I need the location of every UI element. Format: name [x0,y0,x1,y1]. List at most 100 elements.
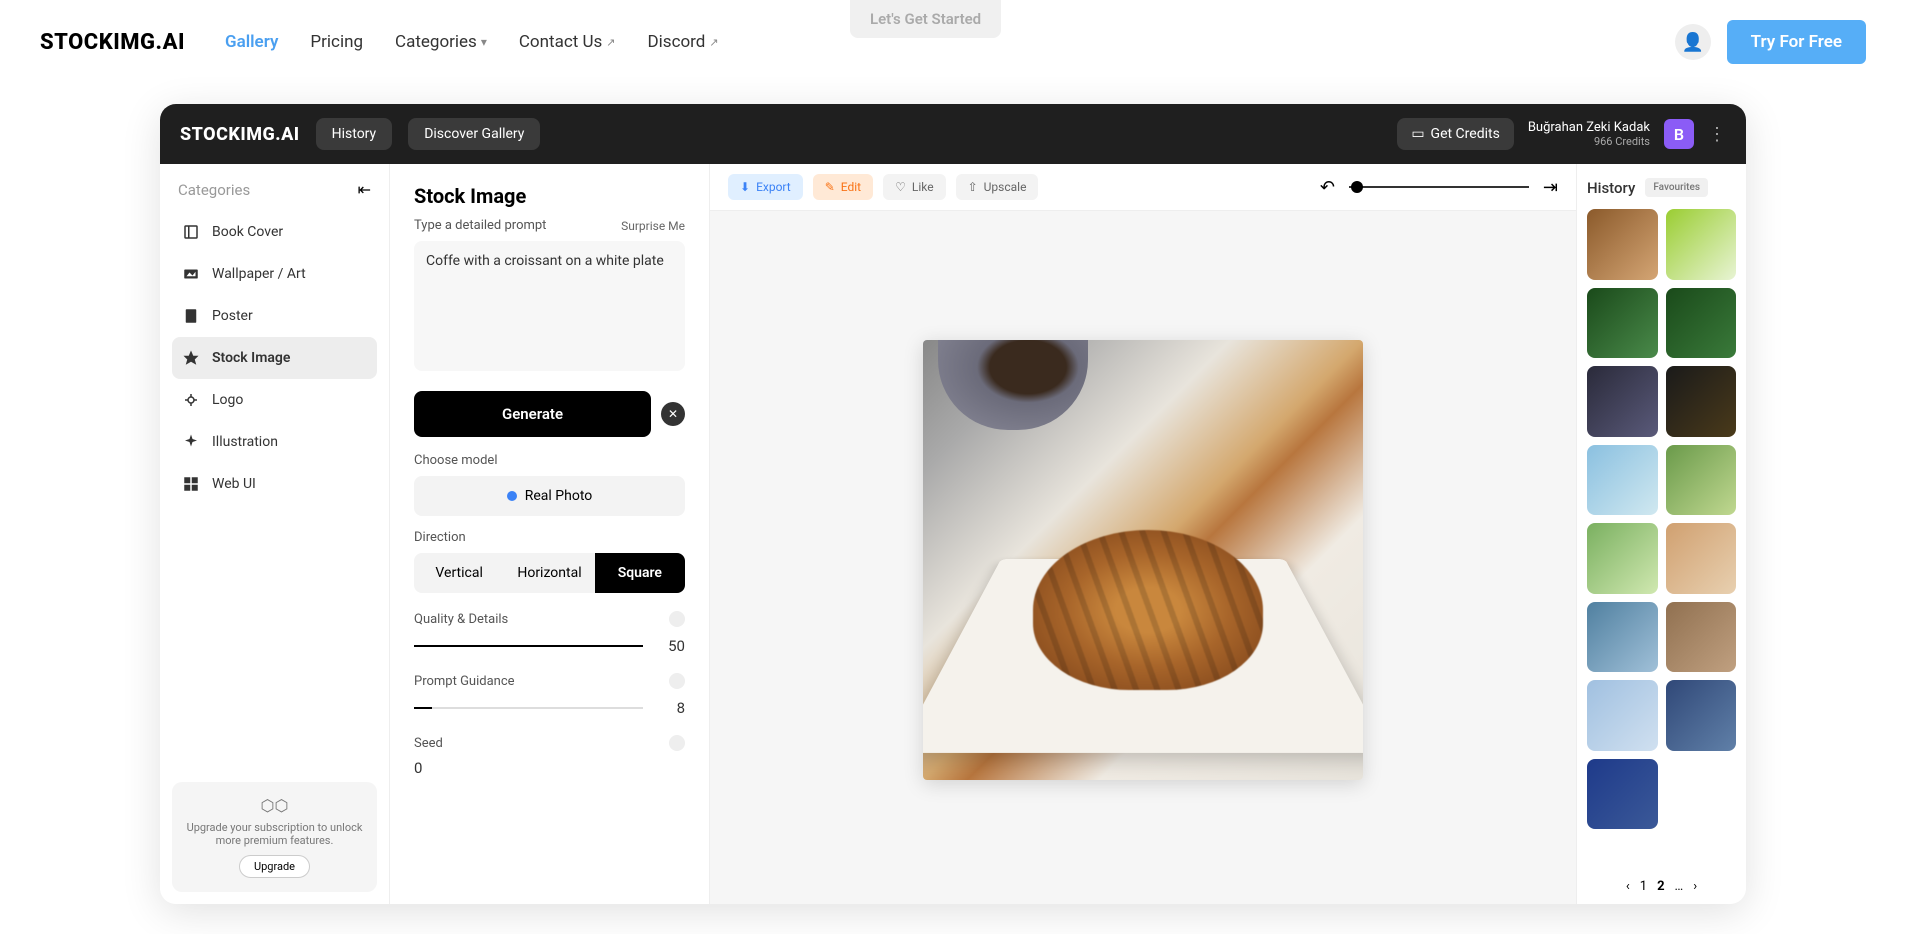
history-thumbnail[interactable] [1666,602,1737,673]
info-icon[interactable] [669,673,685,689]
clear-prompt-button[interactable]: ✕ [661,402,685,426]
history-thumbnail[interactable] [1587,759,1658,830]
history-thumbnail[interactable] [1587,209,1658,280]
surprise-me-button[interactable]: Surprise Me [621,219,685,233]
model-select[interactable]: Real Photo [414,476,685,516]
sparkle-icon [182,433,200,451]
sidebar-item-label: Illustration [212,434,278,450]
app-topbar: STOCKIMG.AI History Discover Gallery ▭ G… [160,104,1746,164]
sidebar-item-book-cover[interactable]: Book Cover [172,211,377,253]
sidebar-item-illustration[interactable]: Illustration [172,421,377,463]
page-2[interactable]: 2 [1657,879,1664,894]
app-logo: STOCKIMG.AI [180,124,300,145]
target-icon [182,391,200,409]
page-1[interactable]: 1 [1640,879,1647,894]
tab-history[interactable]: History [316,118,393,150]
canvas-content[interactable] [710,211,1576,904]
page-prev-icon[interactable]: ‹ [1626,879,1630,894]
upscale-button[interactable]: ⇧ Upscale [956,174,1039,200]
nav-gallery[interactable]: Gallery [225,32,278,52]
like-button[interactable]: ♡ Like [883,174,945,200]
history-thumbnail[interactable] [1666,366,1737,437]
nav-discord-label: Discord [648,32,706,52]
upgrade-text: Upgrade your subscription to unlock more… [182,821,367,847]
fit-width-icon[interactable]: ⇥ [1543,177,1558,198]
toolbar-right: ↶ ⇥ [1320,177,1558,198]
quality-section: Quality & Details 50 [414,611,685,655]
image-coffee-cup [938,340,1088,430]
info-icon[interactable] [669,611,685,627]
seed-value: 0 [414,759,685,777]
panel-title: Stock Image [414,184,685,208]
upscale-label: Upscale [984,180,1027,194]
kebab-menu-icon[interactable]: ⋮ [1708,124,1726,145]
history-thumbnail[interactable] [1666,288,1737,359]
sidebar-item-poster[interactable]: Poster [172,295,377,337]
guidance-value: 8 [657,699,685,717]
poster-icon [182,307,200,325]
sidebar-item-label: Stock Image [212,350,290,366]
guidance-section: Prompt Guidance 8 [414,673,685,717]
sidebar-item-wallpaper[interactable]: Wallpaper / Art [172,253,377,295]
sidebar-item-web-ui[interactable]: Web UI [172,463,377,505]
direction-vertical[interactable]: Vertical [414,553,504,593]
book-icon [182,223,200,241]
history-grid [1587,209,1736,829]
user-info: Buğrahan Zeki Kadak 966 Credits [1528,120,1650,148]
collapse-sidebar-icon[interactable]: ⇤ [358,180,371,199]
guidance-slider[interactable] [414,707,643,709]
undo-icon[interactable]: ↶ [1320,177,1335,198]
lets-get-started-banner[interactable]: Let's Get Started [850,0,1001,38]
tab-discover-gallery[interactable]: Discover Gallery [408,118,540,150]
history-panel: History Favourites ‹ [1576,164,1746,904]
generated-image[interactable] [923,340,1363,780]
nav-categories[interactable]: Categories ▾ [395,32,487,52]
nav-contact[interactable]: Contact Us ↗ [519,32,616,52]
sidebar-item-label: Wallpaper / Art [212,266,306,282]
history-thumbnail[interactable] [1587,445,1658,516]
user-name: Buğrahan Zeki Kadak [1528,120,1650,135]
canvas-toolbar: ⬇ Export ✎ Edit ♡ Like ⇧ Upscale ↶ [710,164,1576,211]
upgrade-button[interactable]: Upgrade [239,855,310,878]
edit-button[interactable]: ✎ Edit [813,174,873,200]
quality-slider[interactable] [414,645,643,647]
prompt-header: Type a detailed prompt Surprise Me [414,218,685,233]
history-thumbnail[interactable] [1666,445,1737,516]
nav-discord[interactable]: Discord ↗ [648,32,719,52]
zoom-knob[interactable] [1351,181,1363,193]
history-tab[interactable]: History [1587,179,1635,197]
sidebar-item-logo[interactable]: Logo [172,379,377,421]
generate-button[interactable]: Generate [414,391,651,437]
sidebar-item-label: Poster [212,308,253,324]
favourites-tab[interactable]: Favourites [1645,178,1708,197]
seed-section: Seed 0 [414,735,685,777]
history-thumbnail[interactable] [1587,680,1658,751]
nav-categories-label: Categories [395,32,477,52]
prompt-input[interactable] [414,241,685,371]
history-thumbnail[interactable] [1587,602,1658,673]
sidebar-item-stock-image[interactable]: Stock Image [172,337,377,379]
history-tabs: History Favourites [1587,178,1736,197]
history-thumbnail[interactable] [1587,366,1658,437]
info-icon[interactable] [669,735,685,751]
history-thumbnail[interactable] [1587,288,1658,359]
canvas-area: ⬇ Export ✎ Edit ♡ Like ⇧ Upscale ↶ [710,164,1576,904]
export-label: Export [756,180,791,194]
try-for-free-button[interactable]: Try For Free [1727,20,1866,64]
user-menu[interactable]: 👤 [1675,24,1711,60]
history-thumbnail[interactable] [1587,523,1658,594]
page-next-icon[interactable]: › [1693,879,1697,894]
image-croissant [1033,530,1263,690]
history-thumbnail[interactable] [1666,523,1737,594]
get-credits-button[interactable]: ▭ Get Credits [1397,118,1514,150]
zoom-slider[interactable] [1349,186,1529,188]
history-thumbnail[interactable] [1666,680,1737,751]
close-icon: ✕ [668,407,678,421]
history-thumbnail[interactable] [1666,209,1737,280]
direction-horizontal[interactable]: Horizontal [504,553,594,593]
export-button[interactable]: ⬇ Export [728,174,803,200]
user-avatar[interactable]: B [1664,119,1694,149]
nav-pricing[interactable]: Pricing [310,32,363,52]
person-icon: 👤 [1681,32,1703,53]
direction-square[interactable]: Square [595,553,685,593]
